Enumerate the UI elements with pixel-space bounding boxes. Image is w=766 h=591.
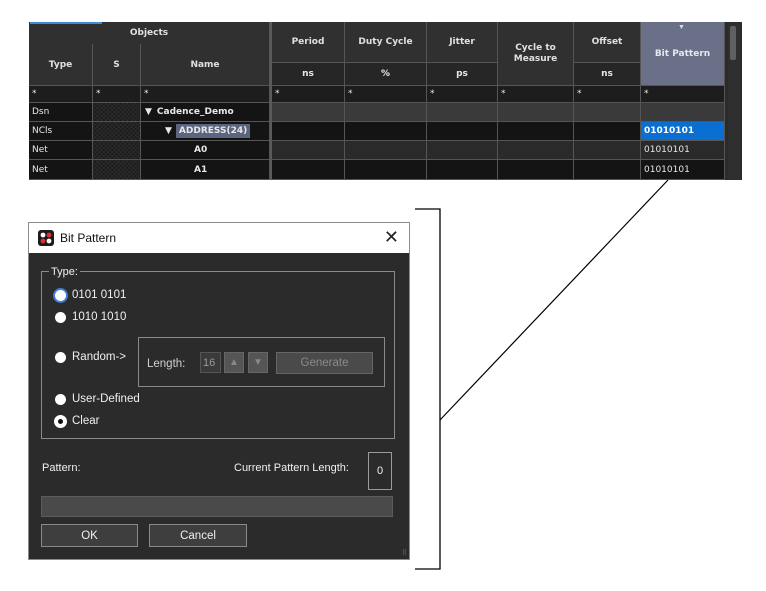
radio-label: 1010 1010 xyxy=(72,311,127,323)
radio-label: Random-> xyxy=(72,351,127,363)
generate-button[interactable]: Generate xyxy=(276,352,373,374)
resize-grip-icon[interactable]: ⠿ xyxy=(402,549,407,557)
length-label: Length: xyxy=(147,358,186,370)
current-pattern-length-label: Current Pattern Length: xyxy=(234,462,349,474)
current-pattern-length-value: 0 xyxy=(368,452,392,490)
radio-1010[interactable]: 1010 1010 xyxy=(55,311,126,323)
close-icon[interactable]: ✕ xyxy=(384,226,399,248)
app-icon xyxy=(38,230,54,246)
cancel-button[interactable]: Cancel xyxy=(149,524,247,547)
radio-circle-icon[interactable] xyxy=(55,351,66,363)
radio-label: Clear xyxy=(72,415,100,427)
spin-down-icon[interactable]: ▼ xyxy=(248,352,268,373)
radio-clear[interactable]: Clear xyxy=(55,415,99,427)
pattern-field[interactable] xyxy=(41,496,393,517)
radio-circle-icon[interactable] xyxy=(55,289,66,301)
spin-up-icon[interactable]: ▲ xyxy=(224,352,244,373)
dialog-titlebar[interactable]: Bit Pattern ✕ xyxy=(29,223,409,253)
radio-label: 0101 0101 xyxy=(72,289,127,301)
pattern-label: Pattern: xyxy=(42,462,81,474)
radio-circle-icon[interactable] xyxy=(55,311,66,323)
type-label: Type: xyxy=(49,266,80,278)
length-input[interactable]: 16 xyxy=(200,352,221,373)
dialog-title: Bit Pattern xyxy=(60,231,117,245)
radio-circle-icon[interactable] xyxy=(55,393,66,405)
bit-pattern-dialog: Bit Pattern ✕ Type: 0101 0101 1010 1010 … xyxy=(28,222,410,560)
radio-random[interactable]: Random-> xyxy=(55,351,126,363)
radio-label: User-Defined xyxy=(72,393,140,405)
radio-circle-selected-icon[interactable] xyxy=(55,415,66,427)
ok-button[interactable]: OK xyxy=(41,524,138,547)
radio-user-defined[interactable]: User-Defined xyxy=(55,393,140,405)
radio-0101[interactable]: 0101 0101 xyxy=(55,289,126,301)
